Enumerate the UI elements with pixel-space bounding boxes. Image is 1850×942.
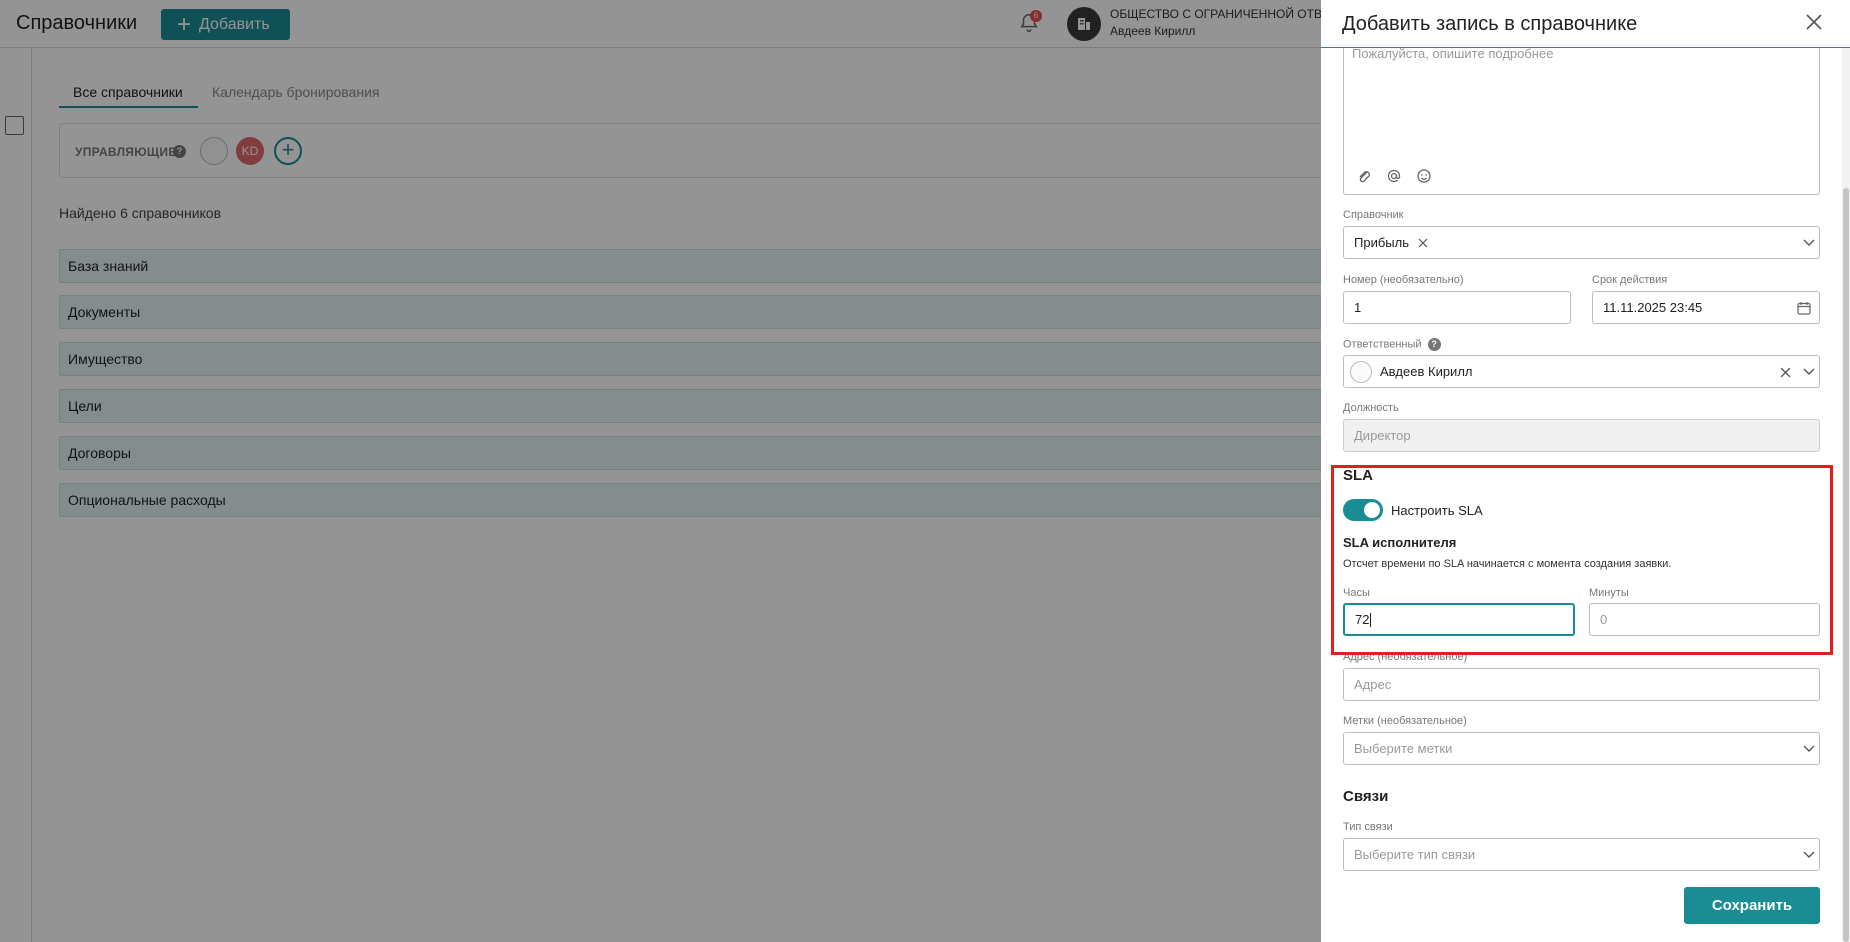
number-label: Номер (необязательно) <box>1343 274 1464 286</box>
tags-select[interactable]: Выберите метки <box>1343 732 1820 765</box>
address-input[interactable]: Адрес <box>1343 668 1820 701</box>
avatar <box>1350 360 1372 383</box>
minutes-label: Минуты <box>1589 587 1629 599</box>
chevron-down-icon <box>1803 745 1815 752</box>
address-placeholder: Адрес <box>1354 677 1392 692</box>
directory-select[interactable]: Прибыль <box>1343 226 1820 259</box>
chevron-down-icon <box>1803 239 1815 246</box>
links-section-title: Связи <box>1343 788 1389 805</box>
hours-value: 72 <box>1355 612 1370 627</box>
help-icon[interactable]: ? <box>1427 338 1441 351</box>
paperclip-icon[interactable] <box>1356 168 1372 184</box>
validity-value: 11.11.2025 23:45 <box>1603 300 1703 315</box>
save-button[interactable]: Сохранить <box>1684 887 1820 924</box>
add-record-drawer: Добавить запись в справочнике Пожалуйста… <box>1321 0 1850 942</box>
link-type-placeholder: Выберите тип связи <box>1354 847 1476 862</box>
remove-tag-icon[interactable] <box>1418 238 1428 248</box>
minutes-input[interactable]: 0 <box>1589 603 1820 636</box>
hours-label: Часы <box>1343 587 1370 599</box>
text-cursor <box>1370 612 1372 627</box>
minutes-placeholder: 0 <box>1600 612 1608 627</box>
address-label: Адрес (необязательное) <box>1343 651 1468 663</box>
responsible-label: Ответственный ? <box>1343 338 1441 351</box>
link-type-select[interactable]: Выберите тип связи <box>1343 838 1820 871</box>
sla-section-title: SLA <box>1343 467 1373 484</box>
drawer-title: Добавить запись в справочнике <box>1342 13 1638 35</box>
description-placeholder: Пожалуйста, опишите подробнее <box>1352 46 1554 61</box>
tags-placeholder: Выберите метки <box>1354 741 1453 756</box>
mention-icon[interactable] <box>1386 168 1402 184</box>
clear-icon[interactable] <box>1780 367 1791 378</box>
validity-date-input[interactable]: 11.11.2025 23:45 <box>1592 291 1820 324</box>
toggle-knob <box>1364 502 1380 518</box>
directory-label: Справочник <box>1343 209 1404 221</box>
sla-toggle[interactable] <box>1343 499 1383 521</box>
sla-note: Отсчет времени по SLA начинается с момен… <box>1343 558 1672 570</box>
emoji-icon[interactable] <box>1416 168 1432 184</box>
scrollbar-thumb[interactable] <box>1843 188 1849 942</box>
number-input[interactable]: 1 <box>1343 291 1571 324</box>
tags-label: Метки (необязательное) <box>1343 715 1467 727</box>
position-input: Директор <box>1343 419 1820 452</box>
responsible-select[interactable]: Авдеев Кирилл <box>1343 355 1820 388</box>
directory-tag: Прибыль <box>1354 235 1409 250</box>
chevron-down-icon <box>1803 851 1815 858</box>
position-placeholder: Директор <box>1354 428 1411 443</box>
hours-input[interactable]: 72 <box>1343 603 1575 636</box>
drawer-header: Добавить запись в справочнике <box>1321 0 1850 48</box>
responsible-label-text: Ответственный <box>1343 338 1422 351</box>
chevron-down-icon <box>1803 368 1815 375</box>
close-icon[interactable] <box>1805 13 1823 31</box>
calendar-icon[interactable] <box>1797 301 1811 315</box>
link-type-label: Тип связи <box>1343 821 1393 833</box>
sla-toggle-label: Настроить SLA <box>1391 503 1483 518</box>
drawer-scrollbar[interactable] <box>1842 48 1850 942</box>
responsible-value: Авдеев Кирилл <box>1380 364 1473 379</box>
validity-label: Срок действия <box>1592 274 1668 286</box>
sla-executor-title: SLA исполнителя <box>1343 535 1457 550</box>
position-label: Должность <box>1343 402 1399 414</box>
description-textarea[interactable] <box>1343 40 1820 195</box>
